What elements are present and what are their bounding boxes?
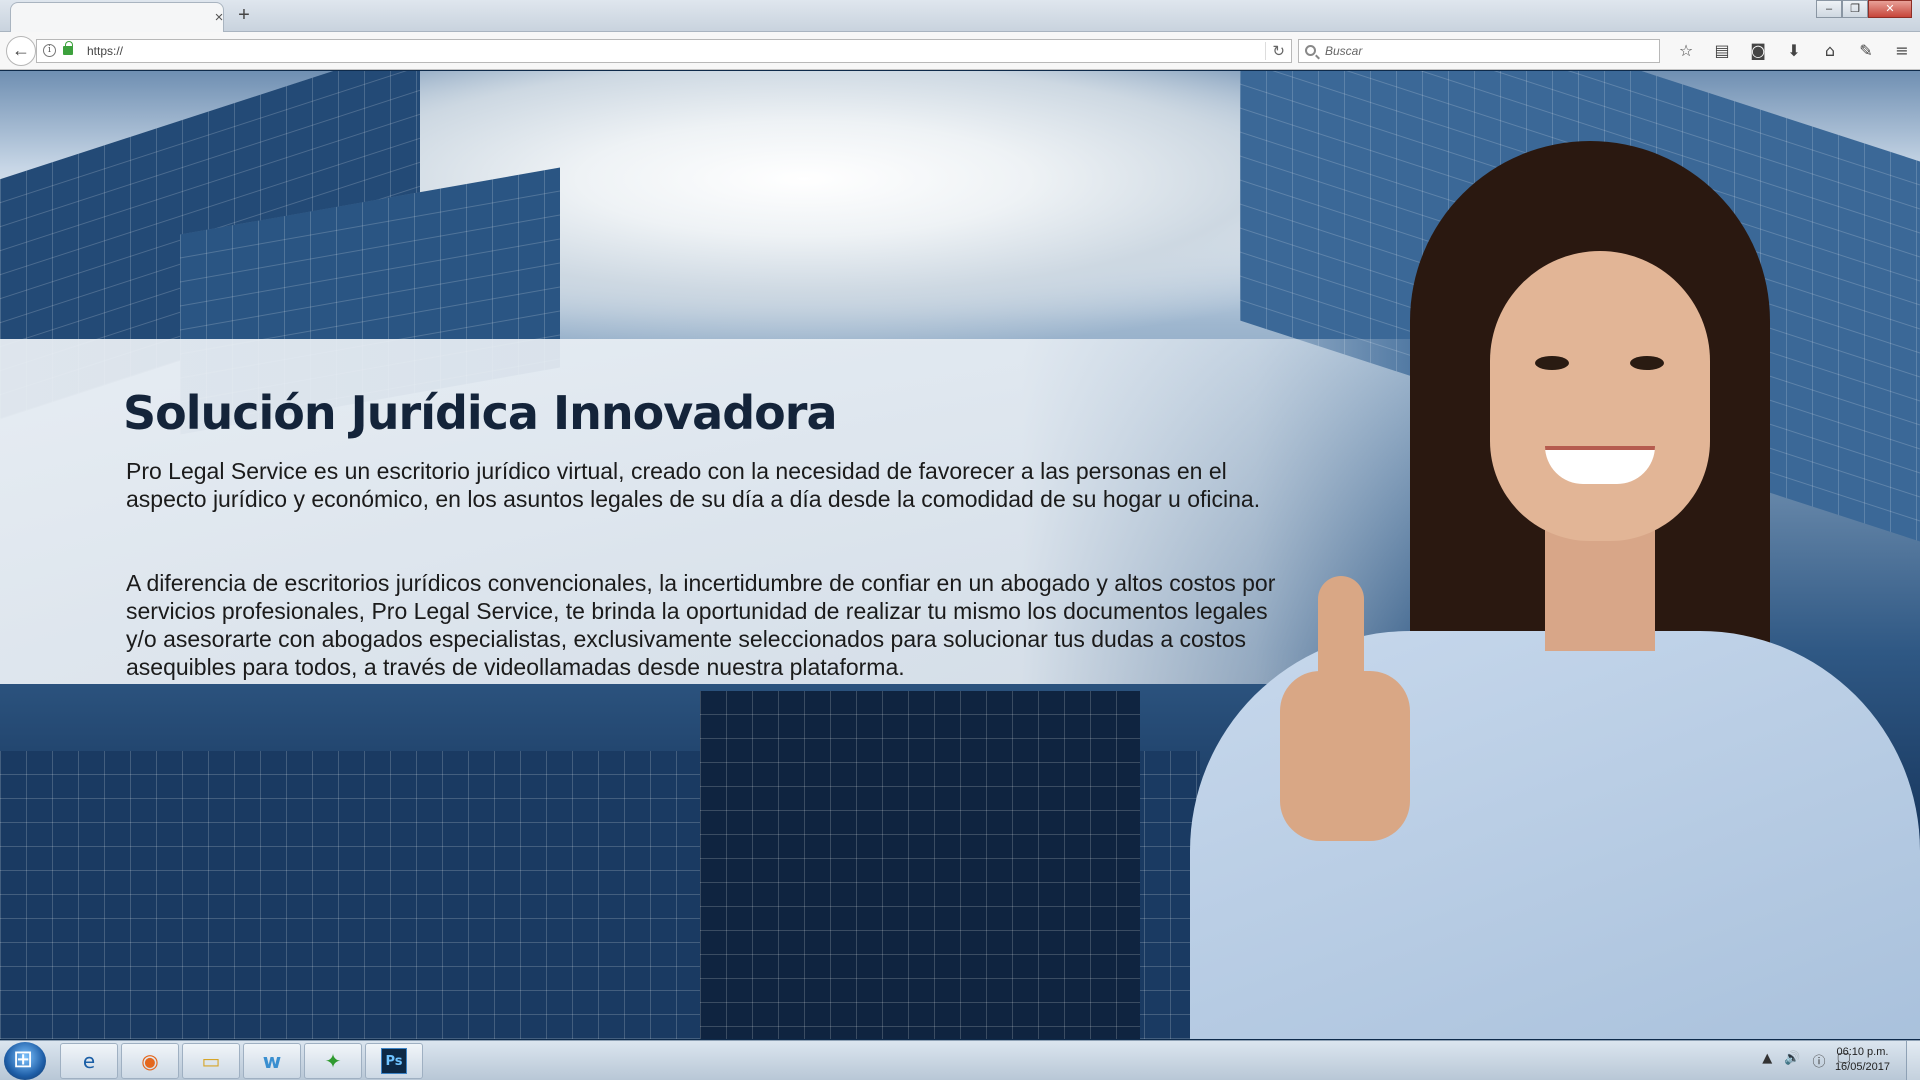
eye-shape [1630, 356, 1664, 370]
taskbar-apps: e ◉ ▭ w ✦ Ps [60, 1043, 426, 1079]
pocket-icon[interactable]: ◙ [1740, 38, 1776, 64]
maximize-button[interactable]: ❐ [1842, 0, 1868, 18]
show-hidden-icons-icon[interactable]: ▲ [1762, 1051, 1772, 1070]
internet-explorer-icon[interactable]: e [60, 1043, 118, 1079]
tab-close-icon[interactable]: × [211, 9, 227, 26]
show-desktop-button[interactable] [1906, 1041, 1920, 1080]
home-icon[interactable]: ⌂ [1812, 38, 1848, 64]
url-text[interactable]: https:// [87, 44, 123, 58]
tab-bar: × + – ❐ ✕ [0, 0, 1920, 32]
page-headline: Solución Jurídica Innovadora [123, 386, 837, 440]
volume-icon[interactable]: 🔊 [1784, 1051, 1800, 1070]
browser-tab[interactable]: × [10, 2, 224, 32]
photoshop-label: Ps [381, 1048, 407, 1074]
intro-paragraph: Pro Legal Service es un escritorio juríd… [126, 458, 1261, 512]
firefox-icon[interactable]: ◉ [121, 1043, 179, 1079]
window-controls: – ❐ ✕ [1816, 0, 1912, 18]
address-bar[interactable]: i https:// ↻ [36, 39, 1292, 63]
info-tray-icon[interactable]: ⓘ [1812, 1051, 1825, 1070]
navigation-bar: ← i https:// ↻ Buscar ☆ ▤ ◙ ⬇ ⌂ ✎ ≡ [0, 32, 1920, 70]
hand-shape [1280, 671, 1410, 841]
reload-icon[interactable]: ↻ [1265, 42, 1285, 60]
description-paragraph: A diferencia de escritorios jurídicos co… [126, 570, 1276, 680]
lock-icon [63, 41, 73, 55]
back-button[interactable]: ← [6, 36, 36, 66]
face-shape [1490, 251, 1710, 541]
clock-time: 06:10 p.m. [1836, 1046, 1889, 1058]
photoshop-icon[interactable]: Ps [365, 1043, 423, 1079]
smile-shape [1545, 446, 1655, 484]
taskbar: e ◉ ▭ w ✦ Ps ▲ 🔊 ⓘ 🖵 06:10 p.m. 16/05/20… [0, 1040, 1920, 1080]
new-tab-button[interactable]: + [235, 4, 253, 27]
woman-thumbs-up-photo [1150, 111, 1920, 1039]
search-bar[interactable]: Buscar [1298, 39, 1660, 63]
minimize-button[interactable]: – [1816, 0, 1842, 18]
extension-pen-icon[interactable]: ✎ [1848, 38, 1884, 64]
toolbar-icons: ☆ ▤ ◙ ⬇ ⌂ ✎ ≡ [1668, 38, 1920, 64]
eye-shape [1535, 356, 1569, 370]
w-app-icon[interactable]: w [243, 1043, 301, 1079]
clock[interactable]: 06:10 p.m. 16/05/2017 [1835, 1045, 1890, 1075]
file-explorer-icon[interactable]: ▭ [182, 1043, 240, 1079]
close-window-button[interactable]: ✕ [1868, 0, 1912, 18]
download-icon[interactable]: ⬇ [1776, 38, 1812, 64]
start-button[interactable] [4, 1042, 46, 1080]
search-input[interactable]: Buscar [1325, 44, 1362, 58]
screen: × + – ❐ ✕ ← i https:// ↻ Buscar ☆ ▤ ◙ ⬇ … [0, 0, 1920, 1080]
bookmark-star-icon[interactable]: ☆ [1668, 38, 1704, 64]
info-icon[interactable]: i [43, 44, 56, 57]
clock-date: 16/05/2017 [1834, 1061, 1890, 1073]
building-image [700, 691, 1140, 1039]
search-icon [1305, 45, 1316, 56]
menu-icon[interactable]: ≡ [1884, 38, 1920, 64]
green-app-icon[interactable]: ✦ [304, 1043, 362, 1079]
hero-section: Solución Jurídica Innovadora Pro Legal S… [0, 71, 1920, 1039]
reading-list-icon[interactable]: ▤ [1704, 38, 1740, 64]
